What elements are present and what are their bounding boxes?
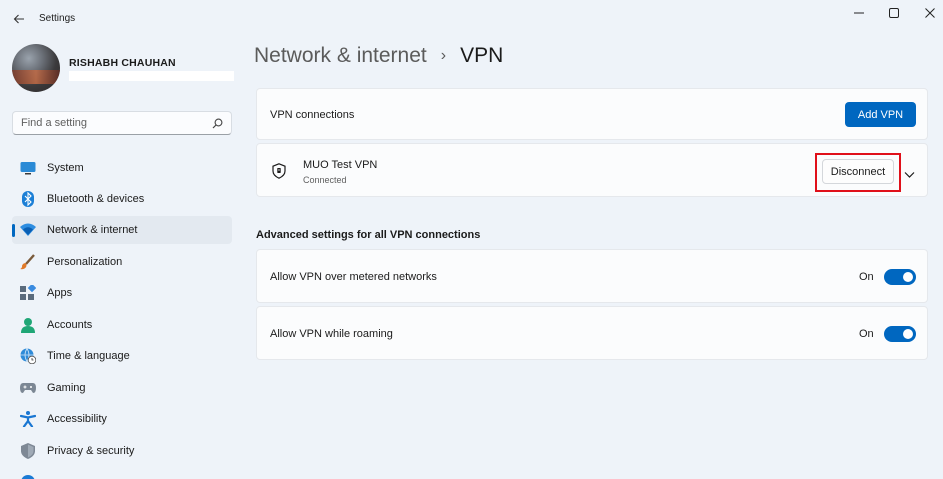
active-indicator bbox=[12, 224, 15, 237]
apps-icon bbox=[20, 285, 36, 301]
vpn-shield-icon bbox=[272, 163, 286, 184]
sidebar-item-accounts[interactable]: Accounts bbox=[12, 311, 232, 339]
sidebar-item-label: Personalization bbox=[47, 256, 123, 268]
sidebar-item-label: Gaming bbox=[47, 382, 86, 394]
back-button[interactable] bbox=[8, 8, 30, 30]
advanced-section-title: Advanced settings for all VPN connection… bbox=[256, 229, 481, 241]
add-vpn-button[interactable]: Add VPN bbox=[845, 102, 916, 127]
gamepad-icon bbox=[20, 380, 36, 396]
sidebar-item-label: System bbox=[47, 162, 84, 174]
sidebar-item-label: Apps bbox=[47, 287, 73, 299]
sidebar-item-windows-update[interactable] bbox=[12, 468, 232, 479]
avatar[interactable] bbox=[12, 44, 60, 92]
toggle-knob bbox=[903, 329, 913, 339]
close-icon bbox=[925, 8, 935, 18]
vpn-connections-card: VPN connections Add VPN bbox=[256, 88, 928, 140]
user-name: RISHABH CHAUHAN bbox=[69, 57, 176, 69]
title-bar: Settings bbox=[0, 0, 943, 38]
system-icon bbox=[20, 160, 36, 176]
sidebar-item-privacy[interactable]: Privacy & security bbox=[12, 437, 232, 465]
setting-metered-networks: Allow VPN over metered networks On bbox=[256, 249, 928, 303]
sidebar-item-label: Network & internet bbox=[47, 224, 138, 236]
sidebar-item-label: Time & language bbox=[47, 350, 130, 362]
sidebar-item-label: Accounts bbox=[47, 319, 93, 331]
setting-label: Allow VPN over metered networks bbox=[270, 271, 437, 283]
disconnect-button[interactable]: Disconnect bbox=[822, 159, 894, 184]
vpn-item-card[interactable]: MUO Test VPN Connected Disconnect bbox=[256, 143, 928, 197]
wifi-icon bbox=[20, 222, 36, 238]
minimize-icon bbox=[854, 12, 864, 14]
vpn-connections-label: VPN connections bbox=[270, 109, 355, 121]
account-icon bbox=[20, 317, 36, 333]
accessibility-icon bbox=[20, 411, 36, 427]
page-title: VPN bbox=[460, 44, 504, 67]
search-icon bbox=[212, 118, 223, 128]
chevron-down-icon[interactable] bbox=[904, 166, 915, 184]
vpn-status: Connected bbox=[303, 175, 347, 185]
breadcrumb-parent[interactable]: Network & internet bbox=[254, 44, 427, 68]
sidebar-item-label: Privacy & security bbox=[47, 445, 135, 457]
toggle-state-text: On bbox=[859, 328, 874, 340]
user-email-redacted bbox=[69, 71, 234, 81]
sidebar-item-gaming[interactable]: Gaming bbox=[12, 374, 232, 402]
paintbrush-icon bbox=[20, 254, 36, 270]
minimize-button[interactable] bbox=[847, 4, 871, 22]
back-arrow-icon bbox=[13, 14, 24, 24]
shield-icon bbox=[20, 443, 36, 459]
sidebar-item-bluetooth[interactable]: Bluetooth & devices bbox=[12, 185, 232, 213]
globe-clock-icon bbox=[20, 348, 36, 364]
sidebar-item-time-language[interactable]: Time & language bbox=[12, 342, 232, 370]
sidebar-item-network[interactable]: Network & internet bbox=[12, 216, 232, 244]
sidebar-item-system[interactable]: System bbox=[12, 154, 232, 182]
search-input[interactable] bbox=[21, 117, 212, 129]
sidebar-item-accessibility[interactable]: Accessibility bbox=[12, 405, 232, 433]
maximize-button[interactable] bbox=[882, 4, 906, 22]
vpn-name: MUO Test VPN bbox=[303, 159, 378, 171]
maximize-icon bbox=[889, 8, 899, 18]
metered-toggle[interactable] bbox=[884, 269, 916, 285]
sidebar-item-label: Bluetooth & devices bbox=[47, 193, 145, 205]
toggle-state-text: On bbox=[859, 271, 874, 283]
breadcrumb: Network & internet › VPN bbox=[254, 44, 503, 68]
app-title: Settings bbox=[39, 13, 76, 24]
close-button[interactable] bbox=[918, 4, 942, 22]
search-box[interactable] bbox=[12, 111, 232, 135]
setting-label: Allow VPN while roaming bbox=[270, 328, 393, 340]
update-icon bbox=[20, 474, 36, 479]
breadcrumb-separator: › bbox=[440, 47, 447, 64]
setting-roaming: Allow VPN while roaming On bbox=[256, 306, 928, 360]
sidebar-item-label: Accessibility bbox=[47, 413, 107, 425]
sidebar-item-apps[interactable]: Apps bbox=[12, 279, 232, 307]
sidebar-item-personalization[interactable]: Personalization bbox=[12, 248, 232, 276]
roaming-toggle[interactable] bbox=[884, 326, 916, 342]
bluetooth-icon bbox=[20, 191, 36, 207]
toggle-knob bbox=[903, 272, 913, 282]
